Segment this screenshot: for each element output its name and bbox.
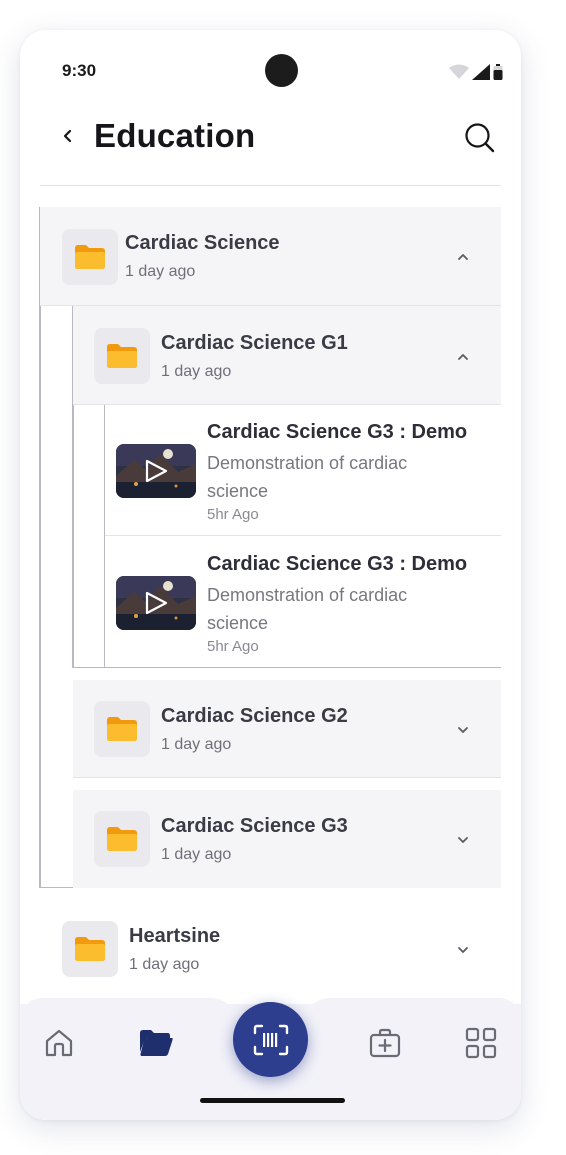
folder-subtitle: 1 day ago: [125, 263, 196, 280]
battery-icon: [493, 64, 503, 80]
grid-icon: [465, 1027, 497, 1059]
chevron-left-icon: [63, 129, 72, 143]
folder-title: Cardiac Science G2: [161, 705, 348, 727]
video-description: Demonstration of cardiac science: [207, 585, 408, 633]
folder-thumb: [94, 701, 150, 757]
front-camera: [265, 54, 298, 87]
status-time: 9:30: [62, 61, 97, 80]
chevron-down-icon[interactable]: [455, 942, 471, 958]
nav-first-aid[interactable]: [365, 1023, 405, 1063]
folder-icon: [75, 937, 105, 961]
tree-guide-line: [39, 207, 41, 888]
chevron-down-icon[interactable]: [455, 832, 471, 848]
folder-row-cardiac-science-g3[interactable]: Cardiac Science G3 1 day ago: [73, 790, 501, 888]
page-title: Education: [94, 117, 256, 154]
tree-guide-line: [72, 667, 501, 668]
folder-row-heartsine[interactable]: Heartsine 1 day ago: [40, 900, 501, 998]
video-time: 5hr Ago: [207, 506, 259, 523]
video-row[interactable]: Cardiac Science G3 : Demo Demonstration …: [105, 536, 501, 667]
barcode-scan-icon: [253, 1024, 288, 1055]
folder-row-cardiac-science[interactable]: Cardiac Science 1 day ago: [40, 207, 501, 306]
folder-subtitle: 1 day ago: [161, 363, 232, 380]
wifi-icon: [449, 64, 469, 79]
folder-row-cardiac-science-g1[interactable]: Cardiac Science G1 1 day ago: [73, 306, 501, 405]
folder-thumb: [94, 328, 150, 384]
video-time: 5hr Ago: [207, 638, 259, 655]
folder-subtitle: 1 day ago: [129, 956, 200, 973]
home-indicator: [200, 1098, 345, 1103]
home-icon: [45, 1029, 73, 1057]
video-row[interactable]: Cardiac Science G3 : Demo Demonstration …: [105, 405, 501, 536]
folder-icon: [107, 717, 137, 741]
signal-icon: [472, 64, 490, 80]
folder-title: Heartsine: [129, 925, 221, 947]
scan-button[interactable]: [233, 1002, 308, 1077]
back-button[interactable]: [56, 124, 80, 148]
folder-thumb: [62, 921, 118, 977]
first-aid-kit-icon: [369, 1028, 401, 1058]
folder-title: Cardiac Science: [125, 232, 280, 254]
header-divider: [40, 185, 501, 186]
folder-subtitle: 1 day ago: [161, 736, 232, 753]
video-thumbnail: [116, 576, 196, 630]
video-title: Cardiac Science G3 : Demo: [207, 421, 468, 443]
search-icon: [465, 123, 495, 153]
folder-icon: [107, 827, 137, 851]
status-icons: [449, 64, 503, 80]
chevron-down-icon[interactable]: [455, 722, 471, 738]
folder-thumb: [62, 229, 118, 285]
folder-title: Cardiac Science G3: [161, 815, 348, 837]
folder-icon: [107, 344, 137, 368]
nav-folders[interactable]: [136, 1023, 176, 1063]
phone-frame: 9:30 Education Cardiac Science 1 day ago…: [20, 30, 521, 1120]
folder-icon: [140, 1030, 173, 1056]
chevron-up-icon[interactable]: [455, 249, 471, 265]
video-thumbnail: [116, 444, 196, 498]
folder-icon: [75, 245, 105, 269]
folder-thumb: [94, 811, 150, 867]
chevron-up-icon[interactable]: [455, 349, 471, 365]
folder-title: Cardiac Science G1: [161, 332, 348, 354]
folder-subtitle: 1 day ago: [161, 846, 232, 863]
nav-home[interactable]: [39, 1023, 79, 1063]
video-title: Cardiac Science G3 : Demo: [207, 553, 468, 575]
nav-grid[interactable]: [461, 1023, 501, 1063]
folder-row-cardiac-science-g2[interactable]: Cardiac Science G2 1 day ago: [73, 680, 501, 778]
video-description: Demonstration of cardiac science: [207, 453, 408, 501]
search-button[interactable]: [464, 122, 496, 154]
